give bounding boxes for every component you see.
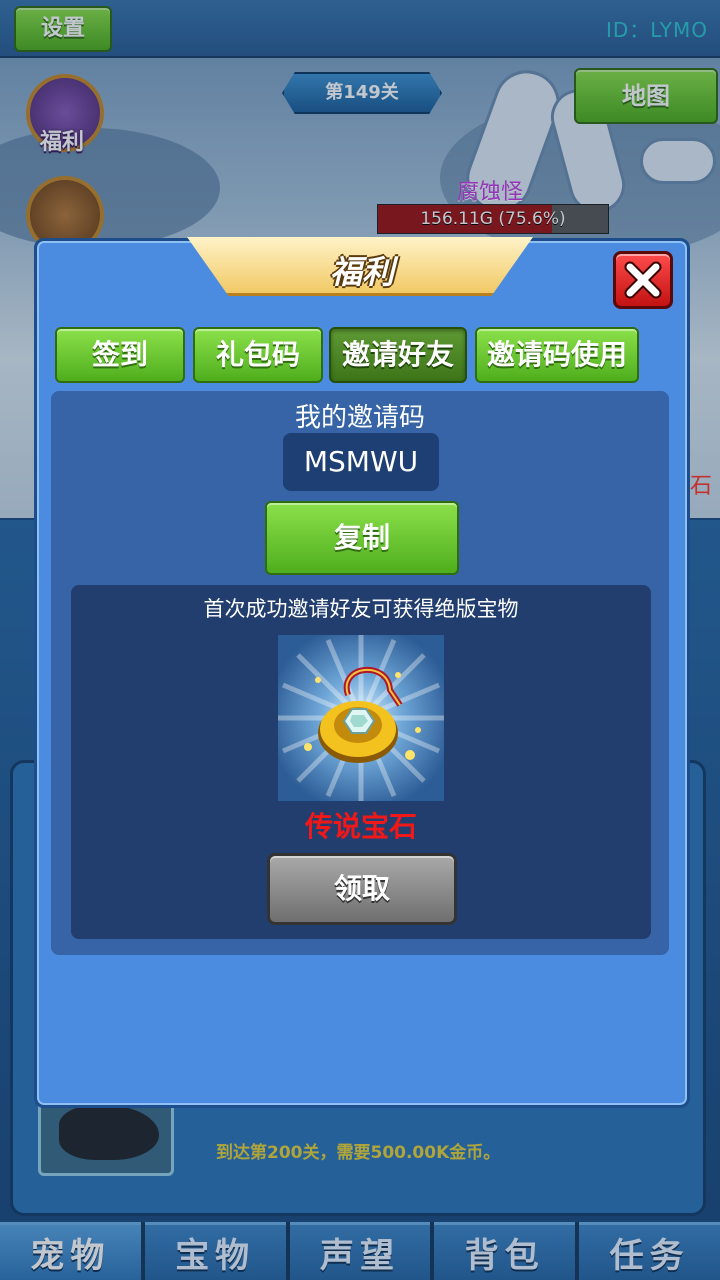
my-invite-code-label: 我的邀请码 [294, 403, 425, 433]
tab-gift-code[interactable]: 礼包码 [193, 327, 323, 383]
invite-panel: 我的邀请码 MSMWU 复制 首次成功邀请好友可获得绝版宝物 传说宝石 领取 [51, 391, 669, 955]
reward-image [278, 635, 444, 801]
tab-sign-in[interactable]: 签到 [55, 327, 185, 383]
reward-name: 传说宝石 [304, 810, 417, 843]
copy-button[interactable]: 复制 [265, 501, 459, 575]
amulet-gem-icon [278, 635, 444, 801]
dialog-title: 福利 [329, 253, 394, 291]
tab-use-invite-code[interactable]: 邀请码使用 [475, 327, 639, 383]
welfare-dialog: 福利 签到 礼包码 邀请好友 邀请码使用 我的邀请码 MSMWU 复制 首次成功… [34, 237, 690, 1108]
close-icon [624, 261, 662, 299]
reward-box: 首次成功邀请好友可获得绝版宝物 传说宝石 领取 [71, 585, 651, 939]
dialog-tabs: 签到 礼包码 邀请好友 邀请码使用 [55, 327, 655, 383]
reward-description: 首次成功邀请好友可获得绝版宝物 [203, 597, 519, 621]
claim-button[interactable]: 领取 [267, 853, 457, 925]
tab-invite-friends[interactable]: 邀请好友 [329, 327, 467, 383]
close-button[interactable] [613, 251, 673, 309]
invite-code-value: MSMWU [283, 433, 439, 491]
